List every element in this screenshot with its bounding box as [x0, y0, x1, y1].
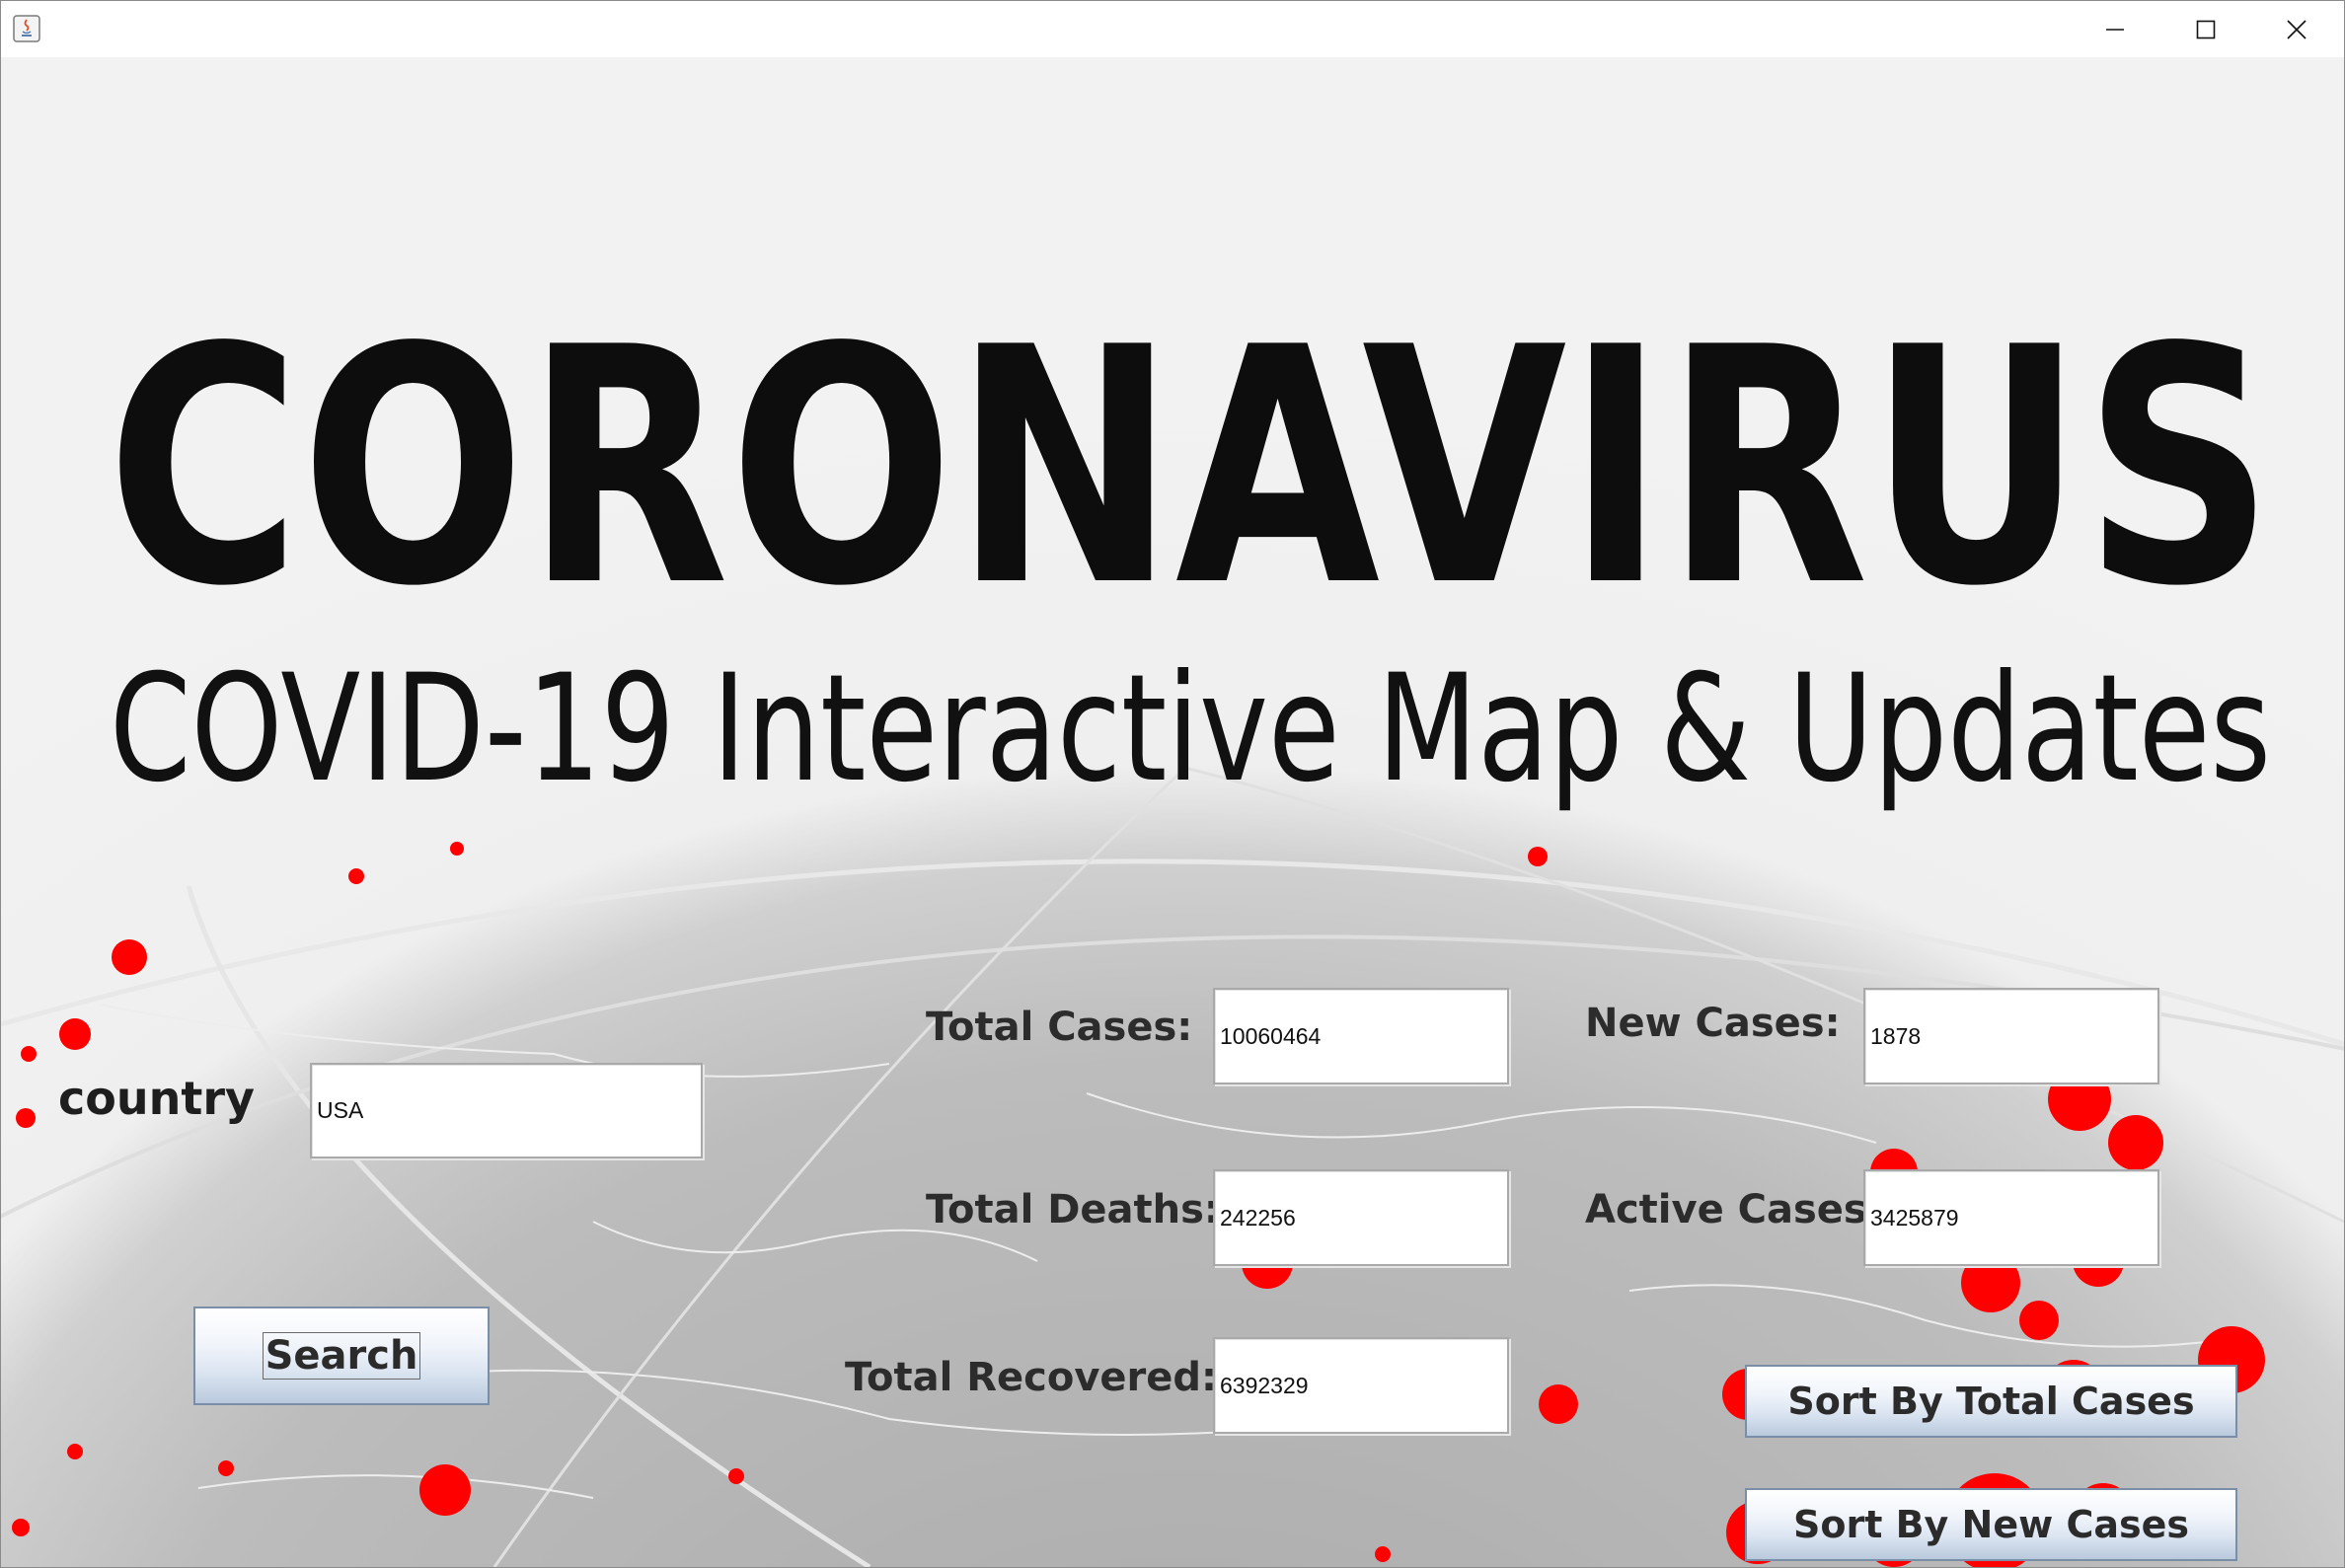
sort-by-new-cases-button[interactable]: Sort By New Cases — [1745, 1488, 2237, 1561]
banner-subtitle: COVID-19 Interactive Map & Updates — [110, 649, 2271, 815]
main-panel: CORONAVIRUS COVID-19 Interactive Map & U… — [1, 57, 2344, 1567]
sort-by-total-cases-button[interactable]: Sort By Total Cases — [1745, 1365, 2237, 1438]
banner-subtitle-graphic: COVID-19 Interactive Map & Updates — [110, 649, 2271, 815]
close-icon — [2287, 19, 2307, 39]
total-recovered-label: Total Recovered: — [845, 1355, 1218, 1400]
total-deaths-field[interactable]: 242256 — [1213, 1169, 1509, 1266]
search-button-label: Search — [262, 1332, 421, 1380]
java-app-icon — [13, 15, 40, 42]
new-cases-field[interactable]: 1878 — [1863, 988, 2159, 1084]
country-input[interactable]: USA — [310, 1063, 703, 1158]
close-button[interactable] — [2251, 1, 2342, 57]
maximize-icon — [2196, 20, 2216, 38]
banner-title-graphic: CORONAVIRUS — [107, 278, 2274, 657]
new-cases-label: New Cases: — [1585, 1001, 1841, 1046]
total-cases-field[interactable]: 10060464 — [1213, 988, 1509, 1084]
country-label: country — [58, 1072, 256, 1125]
search-button[interactable]: Search — [193, 1307, 490, 1405]
minimize-icon — [2106, 28, 2124, 31]
total-cases-label: Total Cases: — [926, 1005, 1193, 1050]
active-cases-label: Active Cases: — [1585, 1187, 1883, 1232]
active-cases-field[interactable]: 3425879 — [1863, 1169, 2159, 1266]
total-recovered-field[interactable]: 6392329 — [1213, 1337, 1509, 1434]
title-bar[interactable] — [1, 1, 2344, 57]
minimize-button[interactable] — [2070, 1, 2160, 57]
maximize-button[interactable] — [2160, 1, 2251, 57]
app-window: CORONAVIRUS COVID-19 Interactive Map & U… — [0, 0, 2345, 1568]
banner-title: CORONAVIRUS — [107, 278, 2274, 657]
total-deaths-label: Total Deaths: — [926, 1187, 1220, 1232]
